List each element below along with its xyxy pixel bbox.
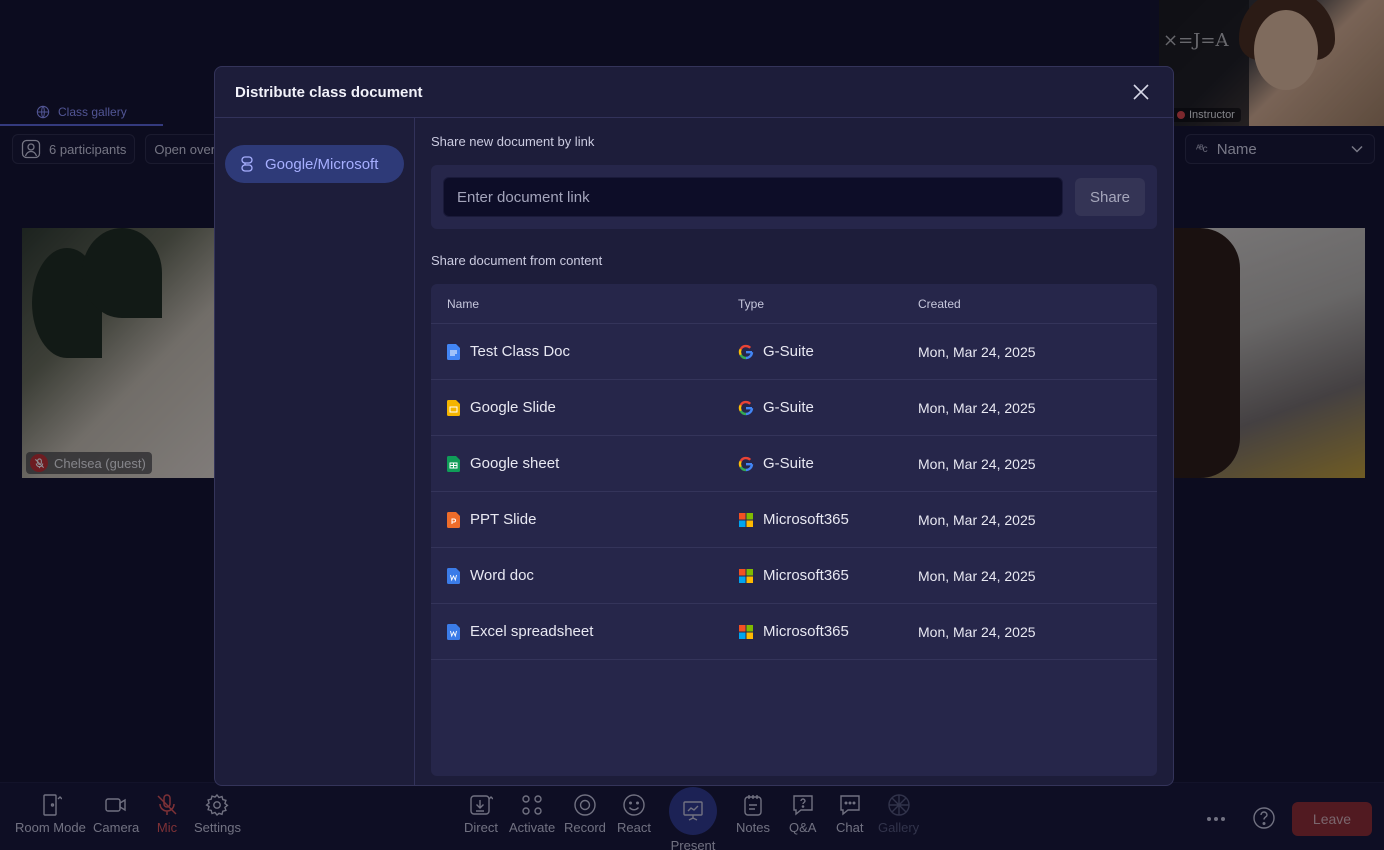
row-type: G-Suite [763, 399, 814, 416]
row-name: PPT Slide [470, 511, 537, 528]
table-row[interactable]: PPT Slide Microsoft365 Mon, Mar 24, 2025 [431, 492, 1157, 548]
row-type: G-Suite [763, 455, 814, 472]
nav-item-google-microsoft[interactable]: Google/Microsoft [225, 145, 404, 183]
content-section-label: Share document from content [431, 253, 603, 268]
row-created: Mon, Mar 24, 2025 [918, 399, 1036, 416]
modal-content: Share new document by link Share Share d… [415, 118, 1173, 785]
table-row[interactable]: Excel spreadsheet Microsoft365 Mon, Mar … [431, 604, 1157, 660]
row-type-cell: Microsoft365 [738, 511, 918, 528]
row-type-cell: G-Suite [738, 455, 918, 472]
modal-body: Google/Microsoft Share new document by l… [215, 118, 1173, 785]
modal-side-nav: Google/Microsoft [215, 118, 415, 785]
share-button[interactable]: Share [1075, 178, 1145, 216]
modal-header: Distribute class document [215, 67, 1173, 118]
row-type: Microsoft365 [763, 567, 849, 584]
word-icon [447, 623, 460, 640]
document-link-input[interactable] [443, 177, 1063, 217]
word-icon [447, 567, 460, 584]
google-slide-icon [447, 399, 460, 416]
microsoft-icon [739, 512, 753, 527]
google-doc-icon [447, 343, 460, 360]
ppt-icon [447, 511, 460, 528]
google-icon [738, 400, 754, 415]
row-name: Word doc [470, 567, 534, 584]
column-header-created[interactable]: Created [918, 297, 1157, 311]
microsoft-icon [739, 624, 753, 639]
row-name: Google sheet [470, 455, 560, 472]
row-name-cell: Google sheet [431, 455, 738, 472]
table-header: Name Type Created [431, 284, 1157, 324]
google-sheet-icon [447, 455, 460, 472]
link-share-box: Share [431, 165, 1157, 229]
microsoft-icon [739, 568, 753, 583]
row-type: G-Suite [763, 343, 814, 360]
row-type-cell: Microsoft365 [738, 567, 918, 584]
row-name-cell: Word doc [431, 567, 738, 584]
close-icon [1133, 84, 1149, 100]
distribute-document-modal: Distribute class document Google/Microso… [214, 66, 1174, 786]
row-type-cell: G-Suite [738, 399, 918, 416]
row-name: Test Class Doc [470, 343, 571, 360]
row-created: Mon, Mar 24, 2025 [918, 455, 1036, 472]
table-row[interactable]: Google Slide G-Suite Mon, Mar 24, 2025 [431, 380, 1157, 436]
row-type: Microsoft365 [763, 623, 849, 640]
documents-table: Name Type Created Test Class Doc G-Suite [431, 284, 1157, 776]
table-row[interactable]: Test Class Doc G-Suite Mon, Mar 24, 2025 [431, 324, 1157, 380]
row-name-cell: Test Class Doc [431, 343, 738, 360]
row-name: Google Slide [470, 399, 556, 416]
row-type-cell: G-Suite [738, 343, 918, 360]
table-row[interactable]: Google sheet G-Suite Mon, Mar 24, 2025 [431, 436, 1157, 492]
cloud-stack-icon [241, 156, 253, 172]
row-name-cell: Excel spreadsheet [431, 623, 738, 640]
row-type: Microsoft365 [763, 511, 849, 528]
table-row[interactable]: Word doc Microsoft365 Mon, Mar 24, 2025 [431, 548, 1157, 604]
row-created: Mon, Mar 24, 2025 [918, 511, 1036, 528]
row-created: Mon, Mar 24, 2025 [918, 567, 1036, 584]
nav-item-label: Google/Microsoft [265, 155, 379, 173]
column-header-type[interactable]: Type [738, 297, 918, 311]
close-button[interactable] [1129, 80, 1153, 104]
row-name: Excel spreadsheet [470, 623, 594, 640]
google-icon [738, 456, 754, 471]
row-name-cell: PPT Slide [431, 511, 738, 528]
modal-title: Distribute class document [235, 83, 423, 101]
row-name-cell: Google Slide [431, 399, 738, 416]
app: Class gallery 6 participants Open overla… [0, 0, 1384, 850]
google-icon [738, 344, 754, 359]
row-created: Mon, Mar 24, 2025 [918, 343, 1036, 360]
row-created: Mon, Mar 24, 2025 [918, 623, 1036, 640]
row-type-cell: Microsoft365 [738, 623, 918, 640]
column-header-name[interactable]: Name [431, 297, 738, 311]
link-section-label: Share new document by link [431, 134, 595, 149]
